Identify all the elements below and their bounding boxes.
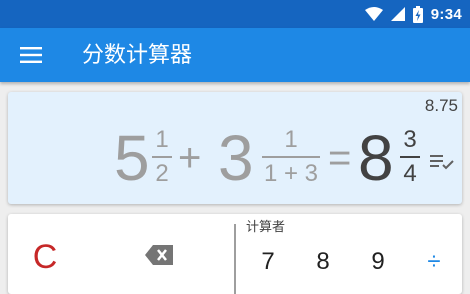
term2-numerator: 1 (284, 126, 298, 153)
term2-fraction-bar (262, 156, 320, 158)
divide-button[interactable]: ÷ (420, 248, 448, 276)
result-numerator: 3 (403, 126, 417, 153)
menu-button[interactable] (14, 41, 48, 69)
battery-charging-icon (412, 5, 423, 23)
keypad-section-label: 计算者 (246, 219, 286, 234)
term1-denominator: 2 (155, 160, 169, 187)
status-time: 9:34 (430, 5, 462, 23)
equals-sign: = (328, 136, 352, 180)
app-bar: 分数计算器 (0, 28, 470, 82)
show-steps-button[interactable] (430, 152, 460, 176)
decimal-result: 8.75 (424, 96, 458, 115)
clear-button[interactable]: C (30, 240, 60, 274)
backspace-button[interactable] (144, 244, 174, 266)
expression-display: 8.75 5 1 2 + 3 1 1 + 3 = 8 3 4 (8, 92, 462, 204)
list-check-icon (430, 155, 454, 170)
result-fraction-bar (400, 156, 420, 158)
term2-denominator: 1 + 3 (263, 160, 319, 187)
app-title: 分数计算器 (82, 42, 193, 67)
term2-whole: 3 (218, 122, 254, 194)
signal-icon (390, 7, 405, 21)
plus-operator: + (178, 136, 202, 180)
digit-9-button[interactable]: 9 (364, 248, 392, 276)
digit-8-button[interactable]: 8 (309, 248, 337, 276)
term1-fraction-bar (152, 156, 172, 158)
term1-whole: 5 (114, 122, 150, 194)
keypad: C 计算者 7 8 9 ÷ (8, 214, 462, 294)
result-whole: 8 (358, 122, 394, 194)
status-icons: 9:34 (364, 4, 462, 24)
backspace-icon (145, 245, 173, 265)
result-denominator: 4 (403, 160, 417, 187)
status-bar: 9:34 (0, 0, 470, 28)
digit-7-button[interactable]: 7 (254, 248, 282, 276)
menu-icon (20, 47, 42, 63)
term1-numerator: 1 (155, 126, 169, 153)
wifi-icon (364, 7, 383, 21)
